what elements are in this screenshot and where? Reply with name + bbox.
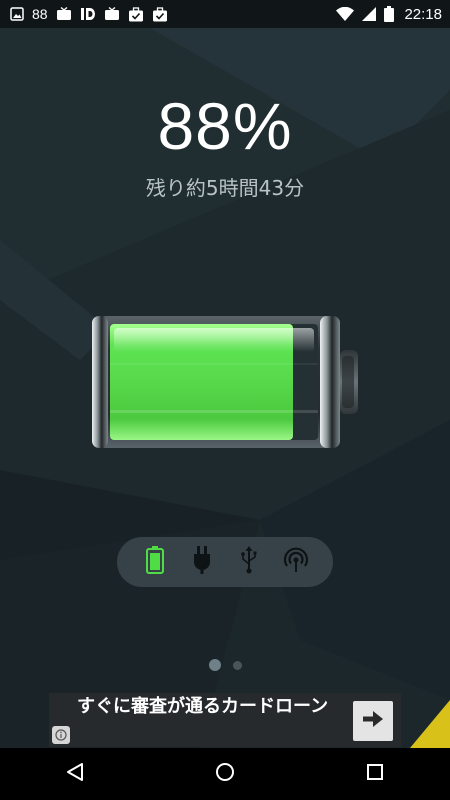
id-icon [80,7,96,21]
usb-icon [240,546,258,578]
charging-mode-selector [117,537,333,587]
notification-count: 88 [32,6,48,22]
info-icon[interactable] [52,726,70,744]
briefcase-check-icon [152,6,168,22]
back-icon [65,762,85,786]
arrow-right-icon [363,711,383,731]
battery-percent: 88% [157,89,293,163]
usb-charging-mode-button[interactable] [232,545,266,579]
home-button[interactable] [195,750,255,798]
ac-charging-mode-button[interactable] [185,545,219,579]
signal-icon [362,7,377,21]
battery-graphic [90,312,362,452]
ad-arrow-button[interactable] [353,701,393,741]
wifi-icon [336,7,355,21]
ad-banner[interactable]: すぐに審査が通るカードローン [49,693,401,747]
remaining-time: 残り約5時間43分 [145,176,305,200]
page-dot-1[interactable] [208,659,221,671]
navigation-bar [0,748,450,800]
home-icon [215,762,235,786]
battery-mode-button[interactable] [138,545,172,579]
page-dot-2[interactable] [232,660,242,670]
plug-icon [193,546,211,578]
wireless-charging-mode-button[interactable] [279,545,313,579]
briefcase-check-icon [128,6,144,22]
recents-icon [366,763,384,785]
back-button[interactable] [45,750,105,798]
image-icon [10,7,24,21]
battery-icon [384,6,395,22]
tv-icon [104,7,120,21]
ad-text[interactable]: すぐに審査が通るカードローン [77,695,349,719]
status-bar: 88 22:18 [0,0,450,28]
page-indicator [0,658,450,672]
recents-button[interactable] [345,750,405,798]
battery-icon [145,546,164,578]
clock: 22:18 [404,5,442,23]
tv-icon [56,7,72,21]
wireless-icon [283,547,309,577]
